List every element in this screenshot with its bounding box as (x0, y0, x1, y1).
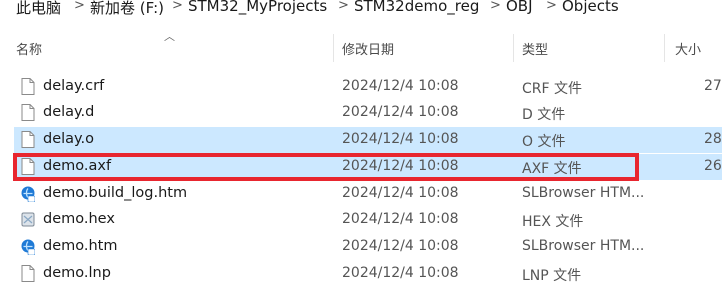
file-type: SLBrowser HTM... (522, 185, 645, 201)
browser-html-icon (21, 239, 35, 255)
file-type: LNP 文件 (522, 268, 582, 284)
file-row[interactable]: demo.build_log.htm 2024/12/4 10:08 SLBro… (14, 181, 722, 207)
file-date: 2024/12/4 10:08 (342, 185, 459, 201)
file-size: 27 (704, 78, 722, 94)
column-divider[interactable] (664, 34, 665, 62)
file-type: HEX 文件 (522, 214, 584, 230)
file-name: demo.htm (43, 238, 118, 254)
sort-ascending-icon: ︿ (164, 30, 175, 43)
file-name: demo.hex (43, 211, 115, 227)
breadcrumb-item-obj[interactable]: OBJ (506, 0, 533, 15)
file-row[interactable]: demo.lnp 2024/12/4 10:08 LNP 文件 (14, 261, 722, 287)
file-type: SLBrowser HTM... (522, 238, 645, 254)
blank-file-icon (21, 104, 35, 121)
chevron-right-icon[interactable]: > (338, 0, 349, 13)
browser-html-icon (21, 186, 35, 202)
breadcrumb: 此电脑 > 新加卷 (F:) > STM32_MyProjects > STM3… (0, 0, 722, 18)
file-size: 28 (704, 131, 722, 147)
annotation-highlight-box (13, 153, 639, 181)
chevron-right-icon[interactable]: > (172, 0, 183, 13)
file-row[interactable]: demo.htm 2024/12/4 10:08 SLBrowser HTM..… (14, 234, 722, 260)
breadcrumb-item-demo-reg[interactable]: STM32demo_reg (354, 0, 479, 15)
blank-file-icon (21, 131, 35, 148)
file-row[interactable]: delay.crf 2024/12/4 10:08 CRF 文件 27 (14, 74, 722, 100)
file-row-selected[interactable]: delay.o 2024/12/4 10:08 O 文件 28 (14, 127, 722, 153)
column-header-date[interactable]: 修改日期 (342, 39, 394, 58)
column-header-row: 名称 修改日期 类型 大小 (0, 34, 722, 62)
file-date: 2024/12/4 10:08 (342, 238, 459, 254)
file-name: delay.crf (43, 78, 105, 94)
file-date: 2024/12/4 10:08 (342, 104, 459, 120)
file-type: O 文件 (522, 134, 566, 150)
column-header-name[interactable]: 名称 (16, 39, 42, 58)
column-divider[interactable] (513, 34, 514, 62)
hex-file-icon (21, 212, 35, 227)
breadcrumb-item-drive[interactable]: 新加卷 (F:) (90, 0, 164, 18)
file-date: 2024/12/4 10:08 (342, 131, 459, 147)
blank-file-icon (21, 78, 35, 95)
breadcrumb-item-this-pc[interactable]: 此电脑 (16, 0, 61, 18)
file-type: CRF 文件 (522, 81, 583, 97)
column-divider[interactable] (333, 34, 334, 62)
breadcrumb-item-objects[interactable]: Objects (562, 0, 619, 15)
chevron-right-icon[interactable]: > (74, 0, 85, 13)
chevron-right-icon[interactable]: > (490, 0, 501, 13)
file-date: 2024/12/4 10:08 (342, 265, 459, 281)
file-name: demo.lnp (43, 265, 111, 281)
breadcrumb-item-projects[interactable]: STM32_MyProjects (188, 0, 327, 15)
file-name: delay.o (43, 131, 95, 147)
file-name: delay.d (43, 104, 95, 120)
file-name: demo.build_log.htm (43, 185, 188, 201)
file-row[interactable]: demo.hex 2024/12/4 10:08 HEX 文件 (14, 207, 722, 233)
file-date: 2024/12/4 10:08 (342, 78, 459, 94)
column-header-type[interactable]: 类型 (522, 39, 548, 58)
chevron-right-icon[interactable]: > (546, 0, 557, 13)
file-row[interactable]: delay.d 2024/12/4 10:08 D 文件 (14, 100, 722, 126)
file-date: 2024/12/4 10:08 (342, 211, 459, 227)
column-header-size[interactable]: 大小 (675, 39, 701, 58)
file-type: D 文件 (522, 107, 566, 123)
file-size: 26 (704, 158, 722, 174)
